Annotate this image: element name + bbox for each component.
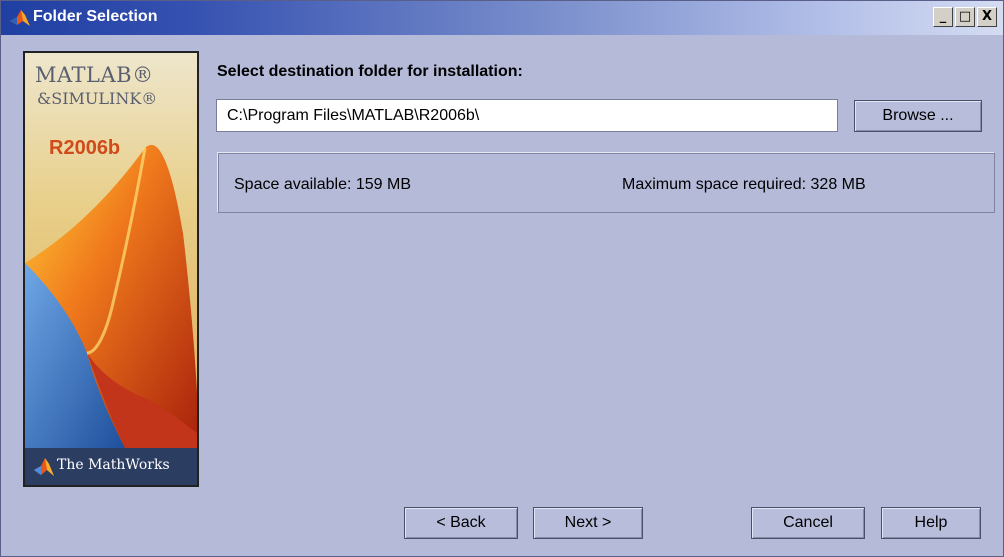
destination-path-input[interactable] [216, 99, 838, 132]
help-button[interactable]: Help [881, 507, 981, 539]
mathworks-label: The MathWorks [57, 457, 170, 473]
mathworks-logo-icon [34, 458, 54, 476]
maximize-button[interactable]: □ [955, 7, 975, 27]
back-button[interactable]: < Back [404, 507, 518, 539]
product-banner: MATLAB® &SIMULINK® R2006b The MathWorks [23, 51, 199, 487]
next-button[interactable]: Next > [533, 507, 643, 539]
mathworks-footer: The MathWorks [25, 448, 197, 485]
minimize-button[interactable]: _ [933, 7, 953, 27]
space-available-label: Space available: 159 MB [234, 176, 411, 193]
destination-heading: Select destination folder for installati… [217, 63, 523, 80]
cancel-button[interactable]: Cancel [751, 507, 865, 539]
brand-matlab: MATLAB® [35, 63, 154, 87]
close-button[interactable]: X [977, 7, 997, 27]
window-title: Folder Selection [33, 8, 158, 25]
matlab-membrane-graphic [25, 53, 197, 485]
space-required-label: Maximum space required: 328 MB [622, 176, 866, 193]
matlab-membrane-icon [10, 10, 30, 26]
title-bar[interactable]: Folder Selection _ □ X [1, 1, 1003, 35]
folder-selection-window: Folder Selection _ □ X MATLAB® &SIMULINK… [0, 0, 1004, 557]
browse-button[interactable]: Browse ... [854, 100, 982, 132]
brand-simulink: &SIMULINK® [37, 89, 158, 108]
release-version: R2006b [49, 137, 121, 159]
